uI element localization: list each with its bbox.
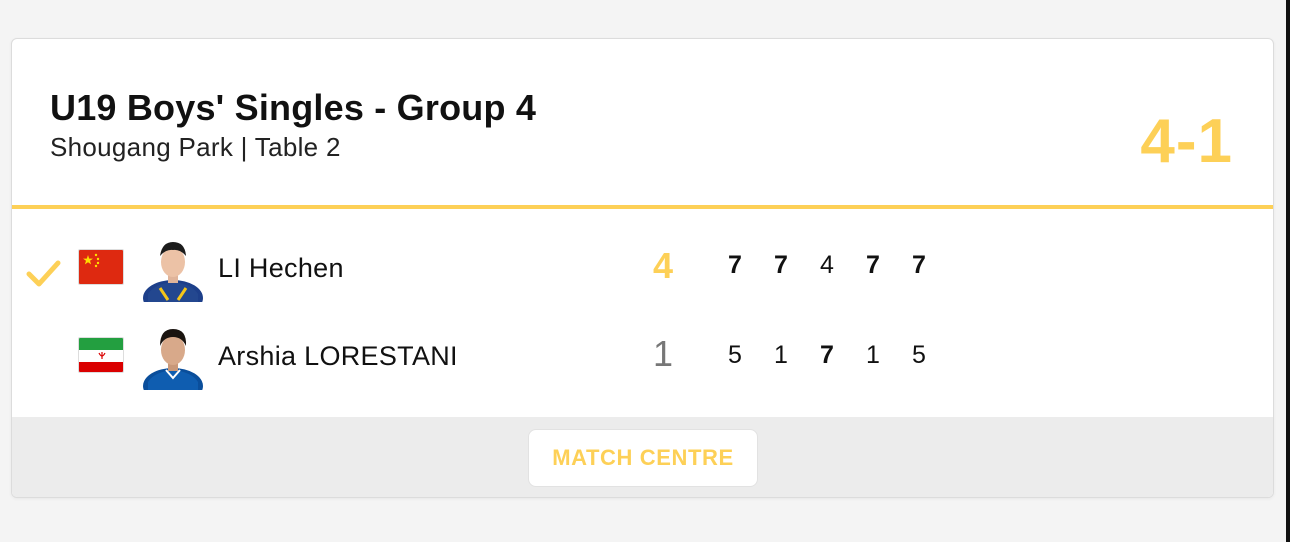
window-edge	[1286, 0, 1290, 542]
game-score: 7	[820, 341, 834, 369]
match-centre-button[interactable]: MATCH CENTRE	[528, 429, 758, 487]
game-score: 1	[866, 341, 880, 369]
iran-flag-icon	[78, 337, 124, 373]
player-name[interactable]: Arshia LORESTANI	[218, 341, 458, 372]
player-row: Arshia LORESTANI 1 5 1 7 1 5	[12, 315, 1273, 403]
game-score: 7	[728, 251, 742, 279]
player-total-score: 4	[652, 245, 674, 286]
overall-score: 4-1	[1140, 107, 1233, 176]
game-score: 7	[866, 251, 880, 279]
game-score: 7	[774, 251, 788, 279]
game-score: 4	[820, 251, 834, 279]
china-flag-icon	[78, 249, 124, 285]
player-row: LI Hechen 4 7 7 4 7 7	[12, 227, 1273, 315]
game-score: 1	[774, 341, 788, 369]
match-header: U19 Boys' Singles - Group 4 Shougang Par…	[12, 39, 1273, 209]
game-score: 7	[912, 251, 926, 279]
player-total-score: 1	[652, 333, 674, 374]
player-name[interactable]: LI Hechen	[218, 253, 344, 284]
game-score: 5	[728, 341, 742, 369]
player-avatar	[143, 329, 203, 390]
player-avatar	[143, 242, 203, 302]
match-card: U19 Boys' Singles - Group 4 Shougang Par…	[11, 38, 1274, 498]
card-footer: MATCH CENTRE	[12, 417, 1273, 497]
match-title: U19 Boys' Singles - Group 4	[50, 87, 537, 128]
winner-check-icon	[26, 260, 61, 287]
match-venue: Shougang Park | Table 2	[50, 132, 341, 162]
game-score: 5	[912, 341, 926, 369]
